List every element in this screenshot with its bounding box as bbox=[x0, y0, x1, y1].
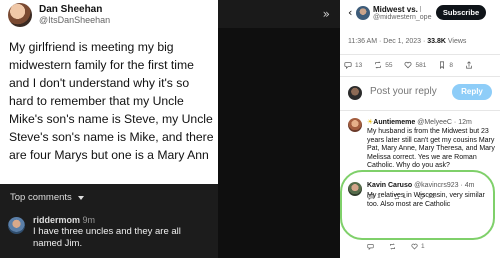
reply-action[interactable]: 13 bbox=[344, 61, 362, 69]
like-count: 1 bbox=[421, 242, 425, 250]
views-label: Views bbox=[445, 38, 467, 45]
middle-backdrop: » bbox=[218, 0, 340, 258]
author-handle[interactable]: @ItsDanSheehan bbox=[39, 15, 110, 26]
repost-action[interactable] bbox=[389, 242, 399, 250]
repost-count: 55 bbox=[385, 61, 393, 69]
commenter-avatar[interactable] bbox=[8, 217, 25, 234]
share-action[interactable] bbox=[465, 61, 476, 69]
reply-count: 13 bbox=[355, 61, 363, 69]
commenter-username[interactable]: riddermom bbox=[33, 215, 80, 225]
post-actions: 13 55 581 8 bbox=[344, 59, 500, 71]
reply-text: My husband is from the Midwest but 23 ye… bbox=[367, 128, 495, 170]
post-text: My girlfriend is meeting my big midweste… bbox=[9, 40, 214, 162]
repost-icon bbox=[375, 61, 382, 69]
comments-section: Top comments riddermom 9m I have three u… bbox=[0, 184, 218, 258]
my-avatar[interactable] bbox=[348, 86, 362, 100]
comment-text: I have three uncles and they are all nam… bbox=[33, 226, 181, 249]
reply-avatar[interactable] bbox=[348, 182, 362, 196]
bookmark-action[interactable]: 8 bbox=[438, 61, 453, 69]
commenter-info: riddermom 9m bbox=[33, 215, 95, 225]
reply-icon bbox=[344, 62, 352, 69]
account-avatar[interactable] bbox=[356, 6, 370, 20]
reply-tweet[interactable]: Kavin Caruso @kavincrs923 · 4m My relati… bbox=[348, 182, 496, 222]
repost-icon bbox=[390, 242, 395, 250]
post-timestamp: 11:36 AM · Dec 1, 2023 · bbox=[348, 38, 428, 45]
repost-action[interactable]: 55 bbox=[374, 61, 392, 69]
account-name[interactable]: Midwest vs. Ev bbox=[373, 5, 421, 14]
reply-tweet[interactable]: ☀Auntiememe @MelyeeC · 12m My husband is… bbox=[348, 118, 496, 174]
heart-icon bbox=[411, 243, 418, 249]
reply-button[interactable]: Reply bbox=[452, 84, 492, 100]
comment-time: 9m bbox=[82, 215, 96, 225]
top-comments-toggle[interactable]: Top comments bbox=[10, 192, 84, 203]
reply-icon bbox=[367, 243, 374, 250]
post-meta: 11:36 AM · Dec 1, 2023 · 33.8K Views bbox=[348, 38, 466, 45]
post-header: Dan Sheehan @ItsDanSheehan bbox=[8, 3, 110, 27]
reply-author-name[interactable]: Auntiememe bbox=[373, 119, 415, 126]
account-handle[interactable]: @midwestern_ope bbox=[373, 14, 431, 21]
divider bbox=[340, 76, 500, 77]
like-action[interactable]: 1 bbox=[411, 243, 425, 250]
reply-header: Kavin Caruso @kavincrs923 · 4m bbox=[367, 182, 474, 189]
heart-icon bbox=[404, 61, 412, 69]
reply-author-handle[interactable]: @kavincrs923 · 4m bbox=[414, 182, 474, 189]
x-thread-panel: ‹ Midwest vs. Ev @midwestern_ope Subscri… bbox=[340, 0, 500, 258]
author-display-name[interactable]: Dan Sheehan bbox=[39, 4, 110, 15]
share-icon bbox=[466, 61, 472, 69]
reply-header: ☀Auntiememe @MelyeeC · 12m bbox=[367, 118, 472, 126]
reply-author-handle[interactable]: @MelyeeC · 12m bbox=[417, 119, 472, 126]
reply-author-name[interactable]: Kavin Caruso bbox=[367, 182, 412, 189]
author-avatar[interactable] bbox=[8, 3, 32, 27]
divider bbox=[340, 54, 500, 55]
reply-text: My relatives in Wisconsin, very similar … bbox=[367, 192, 485, 208]
reply-action[interactable] bbox=[367, 243, 377, 250]
like-action[interactable]: 581 bbox=[404, 61, 426, 69]
author-names: Dan Sheehan @ItsDanSheehan bbox=[39, 4, 110, 26]
subscribe-button[interactable]: Subscribe bbox=[436, 5, 486, 20]
divider bbox=[340, 110, 500, 111]
view-count: 33.8K bbox=[427, 38, 446, 45]
thread-nav: ‹ Midwest vs. Ev @midwestern_ope Subscri… bbox=[340, 0, 500, 26]
chevron-down-icon bbox=[77, 195, 84, 200]
top-comments-label: Top comments bbox=[10, 192, 72, 203]
like-count: 581 bbox=[415, 61, 427, 69]
bookmark-count: 8 bbox=[449, 61, 453, 69]
reply-avatar[interactable] bbox=[348, 118, 362, 132]
reply-actions: 1 bbox=[367, 240, 500, 252]
double-chevron-right-icon[interactable]: » bbox=[323, 7, 330, 21]
bookmark-icon bbox=[440, 61, 445, 69]
back-arrow-icon[interactable]: ‹ bbox=[348, 6, 352, 19]
